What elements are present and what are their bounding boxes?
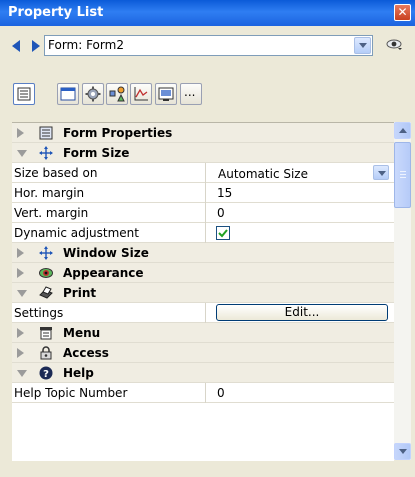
lock-icon [40,346,52,360]
category-print[interactable]: Print [12,283,394,303]
printer-icon [39,286,53,299]
menu-icon [40,327,52,340]
chart-icon [134,87,148,101]
hor-margin-value: 15 [217,186,233,200]
property-label: Size based on [14,166,98,180]
vertical-scrollbar[interactable] [394,122,411,460]
scroll-up-button[interactable] [394,122,411,139]
edit-settings-button[interactable]: Edit... [216,304,388,321]
dynamic-adjustment-checkbox[interactable] [216,226,230,240]
hor-margin-field[interactable]: 15 [205,183,394,203]
tab-chart[interactable] [130,83,152,105]
scroll-thumb[interactable] [394,142,411,208]
window-icon [158,87,174,101]
property-label: Dynamic adjustment [14,226,139,240]
property-row-dynamic-adjustment: Dynamic adjustment [12,223,394,243]
tab-objects[interactable] [106,83,128,105]
chevron-down-icon[interactable] [354,37,371,54]
chevron-down-icon[interactable] [373,165,389,180]
property-label: Settings [14,306,64,320]
collapse-arrow-icon[interactable] [17,290,27,297]
expand-arrow-icon[interactable] [17,248,24,258]
object-selector-value: Form: Form2 [48,38,124,52]
property-value-cell: Edit... [205,303,394,323]
category-label: Print [63,286,97,300]
expand-arrow-icon[interactable] [17,348,24,358]
window-title: Property List [8,5,104,20]
checkmark-icon [218,229,228,238]
resize-arrows-icon [39,246,53,260]
list-icon [17,87,31,101]
form-icon [60,87,76,101]
prev-next-object-icon[interactable] [12,39,40,53]
tab-form-properties[interactable] [57,83,79,105]
property-row-settings: Settings Edit... [12,303,394,323]
category-appearance[interactable]: Appearance [12,263,394,283]
category-access[interactable]: Access [12,343,394,363]
tab-settings[interactable] [82,83,104,105]
help-icon: ? [39,366,53,380]
tab-more[interactable]: ... [180,83,202,105]
category-label: Window Size [63,246,149,260]
category-label: Menu [63,326,101,340]
category-window-size[interactable]: Window Size [12,243,394,263]
title-bar[interactable]: Property List ✕ [0,0,415,26]
property-label: Hor. margin [14,186,85,200]
resize-arrows-icon [39,146,53,160]
object-selector-dropdown[interactable]: Form: Form2 [44,35,373,56]
category-form-properties[interactable]: Form Properties [12,123,394,143]
gear-icon [85,86,101,102]
collapse-arrow-icon[interactable] [17,150,27,157]
property-value-cell [205,223,394,243]
size-based-on-dropdown[interactable]: Automatic Size [207,164,391,181]
eye-icon[interactable] [386,38,402,50]
form-properties-icon [39,126,53,140]
property-grid: Form Properties Form Size Size based on … [12,122,394,461]
expand-arrow-icon[interactable] [17,268,24,278]
help-topic-number-field[interactable]: 0 [205,383,394,403]
more-icon: ... [184,85,196,99]
category-label: Form Properties [63,126,173,140]
property-row-help-topic-number: Help Topic Number 0 [12,383,394,403]
collapse-arrow-icon[interactable] [17,370,27,377]
expand-arrow-icon[interactable] [17,328,24,338]
category-help[interactable]: ? Help [12,363,394,383]
appearance-eye-icon [39,268,53,278]
property-row-vert-margin: Vert. margin 0 [12,203,394,223]
category-label: Form Size [63,146,130,160]
scroll-down-button[interactable] [394,443,411,460]
category-form-size[interactable]: Form Size [12,143,394,163]
object-tree-icon [109,86,125,102]
size-based-on-value: Automatic Size [218,167,308,181]
property-list-window: Property List ✕ Form: Form2 ... Form Pro… [0,0,415,477]
category-label: Appearance [63,266,144,280]
tab-window[interactable] [155,83,177,105]
vert-margin-field[interactable]: 0 [205,203,394,223]
category-label: Help [63,366,94,380]
property-label: Help Topic Number [14,386,128,400]
property-row-hor-margin: Hor. margin 15 [12,183,394,203]
svg-text:?: ? [43,369,49,380]
property-value-cell[interactable]: Automatic Size [205,163,394,183]
property-label: Vert. margin [14,206,89,220]
help-topic-number-value: 0 [217,386,225,400]
tab-property-list[interactable] [13,83,35,105]
vert-margin-value: 0 [217,206,225,220]
category-label: Access [63,346,109,360]
expand-arrow-icon[interactable] [17,128,24,138]
property-row-size-based-on: Size based on Automatic Size [12,163,394,183]
close-button[interactable]: ✕ [394,4,411,21]
category-menu[interactable]: Menu [12,323,394,343]
